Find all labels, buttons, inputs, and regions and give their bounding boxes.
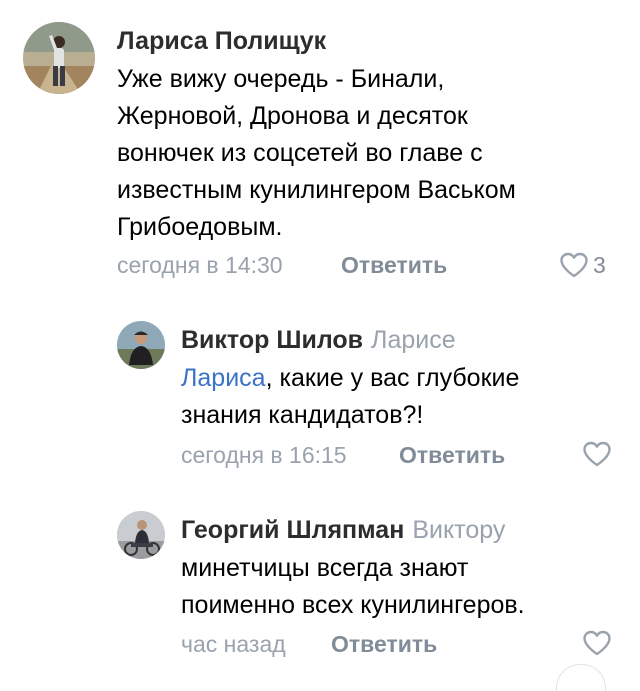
comment-author-line: Виктор Шилов Ларисе [181, 324, 456, 356]
comment-timestamp: сегодня в 16:15 [181, 442, 347, 468]
author-name[interactable]: Георгий Шляпман [181, 516, 404, 544]
like-button[interactable]: 3 [559, 251, 606, 279]
reply-button[interactable]: Ответить [341, 251, 447, 279]
comment-text-line: Жерновой, Дронова и десяток [117, 102, 468, 130]
comment-text: Лариса, какие у вас глубокие знания канд… [181, 360, 621, 434]
heart-icon [583, 441, 611, 467]
man-with-cap-photo [117, 321, 165, 369]
author-name[interactable]: Виктор Шилов [181, 326, 363, 354]
comment-author-line: Георгий Шляпман Виктору [181, 514, 505, 546]
author-name[interactable]: Лариса Полищук [117, 27, 326, 55]
comment-text-line: Лариса, какие у вас глубокие [181, 360, 621, 397]
like-button[interactable] [582, 441, 612, 467]
reply-to-label[interactable]: Ларисе [371, 326, 456, 354]
woman-standing-outdoors-photo [23, 22, 95, 94]
comment-author-line: Лариса Полищук [117, 25, 326, 57]
heart-icon [583, 630, 611, 656]
avatar[interactable] [117, 321, 165, 369]
reply-button[interactable]: Ответить [399, 441, 505, 469]
man-on-motorcycle-photo [117, 511, 165, 559]
comment-text: Уже вижу очередь - Бинали, Жерновой, Дро… [117, 61, 617, 246]
comment-timestamp: час назад [181, 631, 286, 657]
comment-text-line: знания кандидатов?! [181, 401, 424, 429]
comment-text: минетчицы всегда знают поименно всех кун… [181, 550, 621, 624]
comment-text-line: Уже вижу очередь - Бинали, [117, 65, 445, 93]
mention-link[interactable]: Лариса [181, 364, 266, 392]
like-button[interactable] [582, 630, 612, 656]
like-count: 3 [593, 252, 606, 278]
comment-text-fragment: , какие у вас глубокие [265, 364, 520, 392]
comment-text-line: минетчицы всегда знают [181, 554, 469, 582]
avatar[interactable] [23, 22, 95, 94]
comment-text-line: известным кунилингером Васьком [117, 176, 516, 204]
comment-text-line: Грибоедовым. [117, 213, 283, 241]
reply-to-label[interactable]: Виктору [412, 516, 505, 544]
comment-text-line: поименно всех кунилингеров. [181, 591, 525, 619]
comment-timestamp: сегодня в 14:30 [117, 252, 283, 278]
comment-text-line: вонючек из соцсетей во главе с [117, 139, 483, 167]
reply-button[interactable]: Ответить [331, 630, 437, 658]
heart-icon [560, 252, 588, 278]
avatar[interactable] [117, 511, 165, 559]
scroll-to-top-button[interactable] [556, 664, 606, 691]
